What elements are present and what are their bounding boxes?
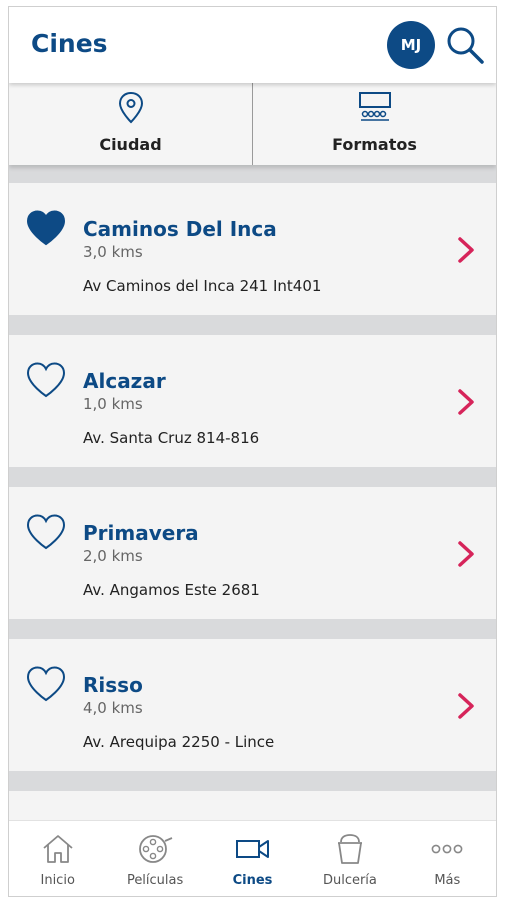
heart-filled-icon[interactable] [25,209,67,247]
popcorn-bucket-icon [337,834,362,864]
home-icon [43,835,73,863]
nav-item-inicio[interactable]: Inicio [9,821,106,896]
nav-label: Más [434,873,461,888]
film-reel-icon [139,835,173,863]
cinema-name: Risso [83,673,143,697]
nav-item-dulceria[interactable]: Dulcería [301,821,398,896]
search-icon[interactable] [445,25,485,65]
cinema-card[interactable]: Primavera 2,0 kms Av. Angamos Este 2681 [9,487,496,619]
filter-formats[interactable]: Formatos [252,83,496,165]
nav-item-cines[interactable]: Cines [204,821,301,896]
cinema-name: Alcazar [83,369,166,393]
heart-outline-icon[interactable] [25,361,67,399]
video-camera-icon [235,840,269,858]
cinema-card[interactable]: Risso 4,0 kms Av. Arequipa 2250 - Lince [9,639,496,771]
cinema-address: Av. Angamos Este 2681 [83,581,260,599]
location-pin-icon [118,91,143,124]
filter-city-label: Ciudad [99,135,162,154]
nav-item-mas[interactable]: Más [399,821,496,896]
app-header: Cines MJ [9,7,496,83]
nav-label: Dulcería [322,873,377,888]
cinema-address: Av Caminos del Inca 241 Int401 [83,277,322,295]
cinema-address: Av. Arequipa 2250 - Lince [83,733,275,751]
chevron-right-icon[interactable] [455,539,477,569]
cinema-distance: 1,0 kms [83,395,143,413]
cinema-card[interactable]: Caminos Del Inca 3,0 kms Av Caminos del … [9,183,496,315]
page-title: Cines [31,29,108,58]
theater-screen-icon [358,92,391,121]
nav-item-peliculas[interactable]: Películas [106,821,203,896]
heart-outline-icon[interactable] [25,665,67,703]
cinema-card[interactable]: Alcazar 1,0 kms Av. Santa Cruz 814-816 [9,335,496,467]
chevron-right-icon[interactable] [455,387,477,417]
avatar[interactable]: MJ [387,21,435,69]
app-frame: Cines MJ Ciudad Formatos Caminos Del Inc… [8,6,497,897]
nav-label: Cines [232,873,273,888]
filter-formats-label: Formatos [332,135,417,154]
more-dots-icon [431,844,463,854]
cinema-distance: 2,0 kms [83,547,143,565]
cinema-name: Caminos Del Inca [83,217,277,241]
cinema-address: Av. Santa Cruz 814-816 [83,429,260,447]
cinema-list: Caminos Del Inca 3,0 kms Av Caminos del … [9,183,496,896]
cinema-distance: 3,0 kms [83,243,143,261]
filter-bar: Ciudad Formatos [9,83,496,165]
nav-label: Inicio [40,873,75,888]
cinema-distance: 4,0 kms [83,699,143,717]
chevron-right-icon[interactable] [455,691,477,721]
filter-city[interactable]: Ciudad [9,83,252,165]
heart-outline-icon[interactable] [25,513,67,551]
cinema-name: Primavera [83,521,199,545]
nav-label: Películas [126,873,184,888]
chevron-right-icon[interactable] [455,235,477,265]
bottom-nav: Inicio Películas Cines Dulcería Más [9,820,496,896]
